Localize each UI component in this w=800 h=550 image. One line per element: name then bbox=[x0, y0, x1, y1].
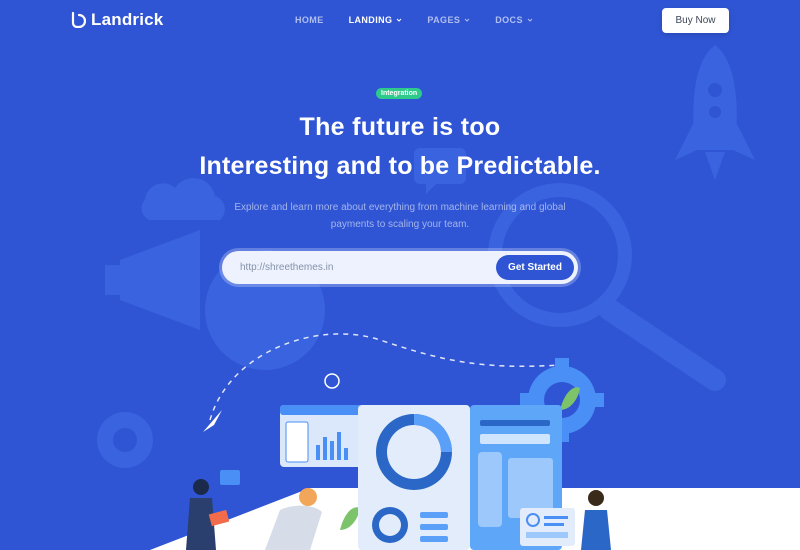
brand-name: Landrick bbox=[91, 10, 164, 29]
hero-title-text: and to be bbox=[329, 152, 457, 180]
person-figure bbox=[581, 490, 611, 550]
chevron-down-icon bbox=[527, 18, 533, 22]
hero-subtitle: Explore and learn more about everything … bbox=[200, 199, 600, 233]
brand-logo[interactable]: Landrick bbox=[70, 10, 163, 30]
integration-badge: Integration bbox=[376, 88, 423, 99]
floating-chart-card bbox=[280, 405, 362, 467]
hero-subtitle-line: payments to scaling your team. bbox=[330, 219, 470, 230]
nav-item-pages[interactable]: PAGES bbox=[427, 15, 470, 25]
person-figure bbox=[186, 479, 230, 550]
nav-item-home[interactable]: HOME bbox=[295, 15, 324, 25]
mini-chart-card bbox=[520, 508, 575, 546]
url-subscribe-form: Get Started bbox=[222, 251, 578, 284]
nav-label: HOME bbox=[295, 15, 324, 25]
nav-label: LANDING bbox=[348, 15, 393, 25]
buy-now-button[interactable]: Buy Now bbox=[662, 8, 729, 33]
nav-item-docs[interactable]: DOCS bbox=[495, 15, 533, 25]
header: Landrick HOME LANDING PAGES DOCS Buy Now bbox=[0, 0, 800, 42]
get-started-button[interactable]: Get Started bbox=[496, 255, 574, 280]
person-figure bbox=[265, 488, 322, 550]
main-nav: HOME LANDING PAGES DOCS bbox=[295, 15, 558, 25]
hero-title-bold: Predictable. bbox=[456, 152, 601, 180]
chat-bubble-icon bbox=[220, 470, 240, 485]
hero-title-bold: Interesting bbox=[199, 152, 330, 180]
nav-label: PAGES bbox=[427, 15, 461, 25]
chevron-down-icon bbox=[464, 18, 470, 22]
hero-title-line1: The future is too bbox=[299, 113, 501, 141]
hero-subtitle-line: Explore and learn more about everything … bbox=[234, 202, 566, 213]
hero-title-line2: Interesting and to be Predictable. bbox=[0, 152, 800, 181]
dashboard-panel bbox=[358, 405, 470, 550]
nav-label: DOCS bbox=[495, 15, 523, 25]
url-input[interactable] bbox=[222, 251, 494, 284]
nav-item-landing[interactable]: LANDING bbox=[349, 15, 403, 25]
leaf-icon bbox=[340, 507, 360, 530]
landrick-logo-icon bbox=[71, 12, 86, 28]
target-icon bbox=[324, 373, 340, 389]
chevron-down-icon bbox=[397, 18, 402, 22]
